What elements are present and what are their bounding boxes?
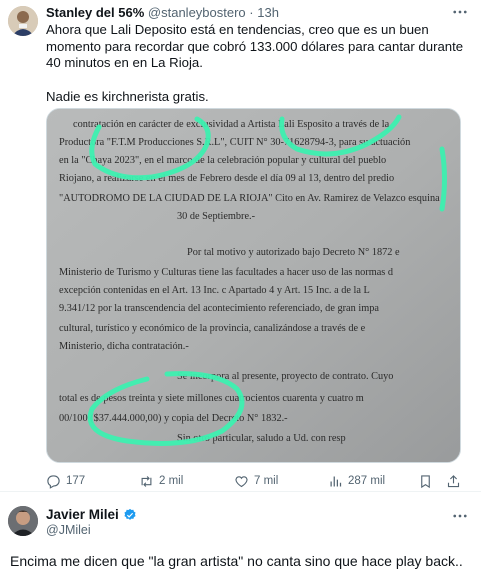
verified-badge-icon xyxy=(124,508,136,520)
more-options-icon[interactable] xyxy=(451,507,469,525)
avatar[interactable] xyxy=(8,506,38,536)
like-count: 7 mil xyxy=(254,475,279,487)
tweet-paragraph-2: Nadie es kirchnerista gratis. xyxy=(46,88,209,104)
document-photo: contratación en carácter de exclusividad… xyxy=(47,109,460,462)
tweet-main[interactable]: Javier Milei @JMilei Encima me dicen que… xyxy=(0,493,481,581)
bookmark-icon xyxy=(421,474,430,488)
author-name[interactable]: Javier Milei xyxy=(46,507,119,522)
document-line: 30 de Septiembre.- xyxy=(177,211,256,222)
document-line: "AUTODROMO DE LA CIUDAD DE LA RIOJA" Cit… xyxy=(59,193,440,204)
document-line: Ministerio, dicha contratación.- xyxy=(59,341,189,352)
heart-icon xyxy=(235,475,248,487)
bookmark-button[interactable] xyxy=(418,472,433,490)
tweet-actions: 177 2 mil 7 mil 287 mil xyxy=(46,472,466,490)
tweet-header: Stanley del 56% @stanleybostero · 13h xyxy=(46,4,451,22)
avatar[interactable] xyxy=(8,6,38,36)
document-line: Por tal motivo y autorizado bajo Decreto… xyxy=(187,247,400,258)
reply-icon xyxy=(47,474,60,489)
tweet-paragraph-1: Ahora que Lali Deposito está en tendenci… xyxy=(46,22,464,70)
analytics-icon xyxy=(330,476,342,486)
share-button[interactable] xyxy=(446,472,461,490)
retweet-icon xyxy=(141,475,152,487)
views-button[interactable]: 287 mil xyxy=(328,472,385,490)
author-handle[interactable]: @stanleybostero xyxy=(148,5,246,20)
view-count: 287 mil xyxy=(348,475,386,487)
document-line: cultural, turístico y económico de la pr… xyxy=(59,323,366,334)
avatar-image xyxy=(8,506,38,536)
timestamp[interactable]: 13h xyxy=(257,5,279,20)
reply-button[interactable]: 177 xyxy=(46,472,85,490)
reply-count: 177 xyxy=(66,475,86,487)
document-line: excepción contenidas en el Art. 13 Inc. … xyxy=(59,285,370,296)
tweet-quoted[interactable]: Stanley del 56% @stanleybostero · 13h Ah… xyxy=(0,0,481,492)
author-name-row: Javier Milei xyxy=(46,507,137,522)
avatar-image xyxy=(8,6,38,36)
document-line: contratación en carácter de exclusividad… xyxy=(73,119,390,130)
document-line: Ministerio de Turismo y Culturas tiene l… xyxy=(59,267,394,278)
retweet-button[interactable]: 2 mil xyxy=(139,472,183,490)
tweet-text: Encima me dicen que "la gran artista" no… xyxy=(10,553,463,569)
separator-dot: · xyxy=(249,5,254,20)
retweet-count: 2 mil xyxy=(159,475,184,487)
author-handle[interactable]: @JMilei xyxy=(46,523,91,537)
tweet-image[interactable]: contratación en carácter de exclusividad… xyxy=(46,108,461,463)
author-name[interactable]: Stanley del 56% xyxy=(46,5,144,20)
tweet-text: Ahora que Lali Deposito está en tendenci… xyxy=(46,22,466,105)
more-options-icon[interactable] xyxy=(451,3,469,21)
like-button[interactable]: 7 mil xyxy=(234,472,278,490)
share-icon xyxy=(447,474,460,487)
document-line: 9.341/12 por la transcendencia del acont… xyxy=(59,303,379,314)
document-line: en la "Chaya 2023", en el marco de la ce… xyxy=(59,155,386,166)
